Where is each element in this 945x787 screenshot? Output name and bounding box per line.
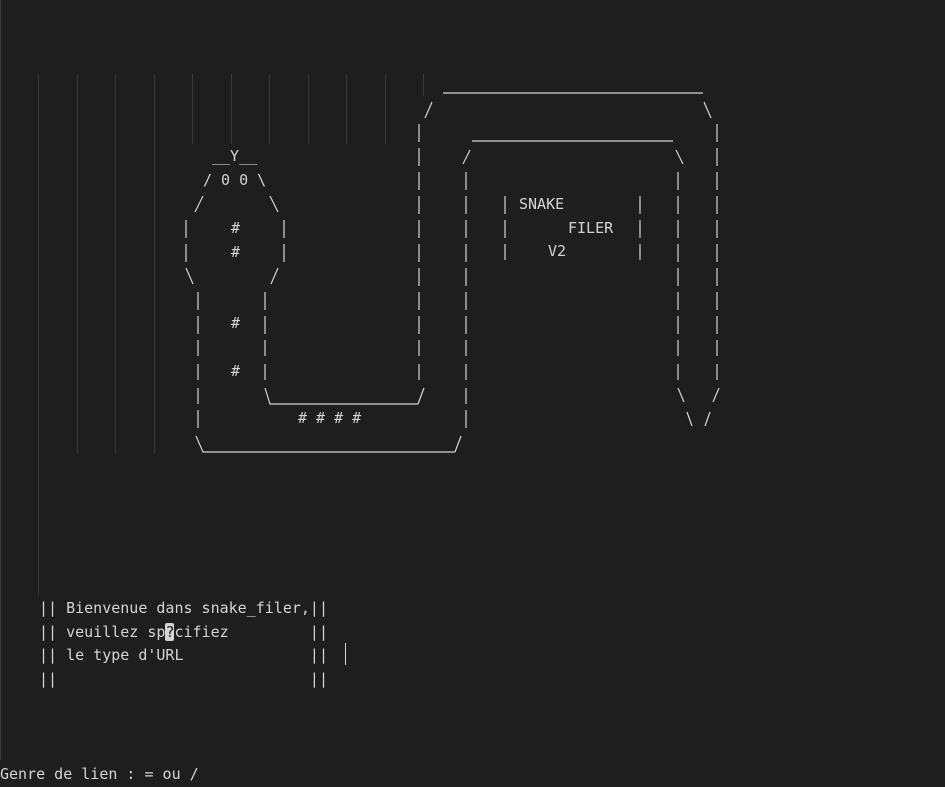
snake-head-top: __Y__: [212, 147, 258, 165]
welcome-line-2-end: cifiez ||: [174, 622, 328, 641]
welcome-line-2-start: || veuillez sp: [39, 622, 166, 641]
text-cursor: [345, 643, 346, 665]
snake-hash: #: [231, 314, 241, 332]
snake-hash: #: [231, 243, 241, 261]
welcome-line-4: || ||: [39, 669, 328, 688]
welcome-line-1: || Bienvenue dans snake_filer,||: [39, 599, 328, 617]
snake-eyes: / 0 0 \: [203, 171, 267, 189]
welcome-line-3: || le type d'URL ||: [39, 646, 328, 664]
welcome-line-2: || veuillez sp?cifiez ||: [39, 621, 328, 645]
screen-title-snake: SNAKE: [519, 195, 565, 213]
welcome-message: || Bienvenue dans snake_filer,|| || veui…: [39, 597, 328, 691]
snake-hash: #: [231, 219, 241, 237]
screen-title-version: V2: [548, 242, 567, 260]
snake-tail-hashes: # # # #: [298, 409, 362, 427]
snake-hash: #: [231, 362, 241, 380]
terminal-output[interactable]: __Y__ / 0 0 \ # # # # # # # # SNAKE FILE…: [0, 0, 945, 787]
snake-ascii-art: [185, 92, 720, 453]
input-prompt[interactable]: Genre de lien : = ou /: [0, 763, 199, 785]
screen-title-filer: FILER: [568, 219, 614, 237]
